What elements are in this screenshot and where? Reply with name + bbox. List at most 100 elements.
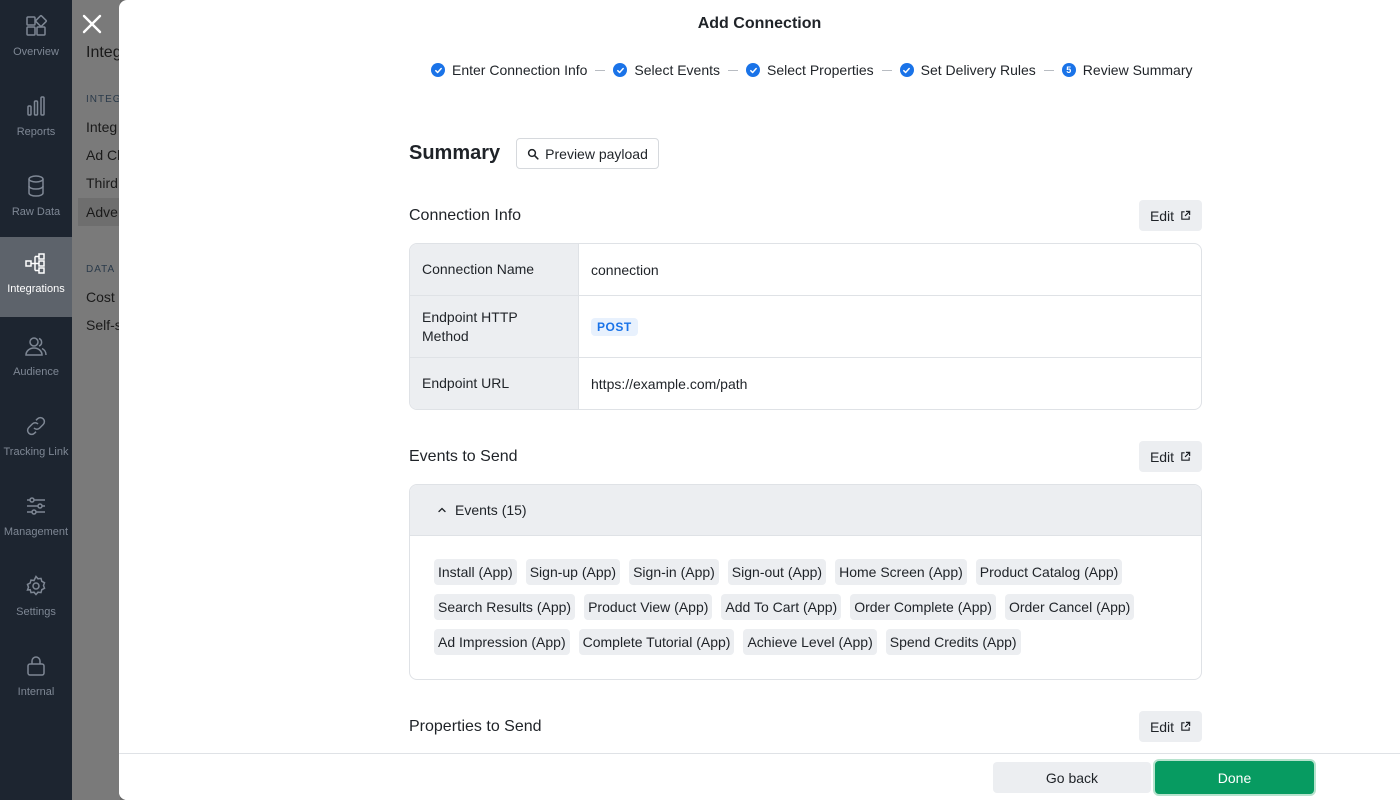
connection-info-table: Connection Name connection Endpoint HTTP… <box>409 243 1202 410</box>
add-connection-modal: Add Connection Enter Connection Info Sel… <box>119 0 1400 800</box>
chip-row: Install (App) Sign-up (App) Sign-in (App… <box>434 559 1194 585</box>
edit-label: Edit <box>1149 718 1175 735</box>
overview-icon <box>26 15 47 36</box>
external-link-icon <box>1181 451 1191 461</box>
connection-info-header: Connection Info Edit <box>409 200 1202 231</box>
step-enter-connection-info[interactable]: Enter Connection Info <box>431 62 587 78</box>
step-separator <box>1043 69 1054 71</box>
underlying-item: Adve <box>86 204 118 220</box>
preview-payload-button[interactable]: Preview payload <box>516 138 659 169</box>
nav-item-internal[interactable]: Internal <box>0 640 72 720</box>
events-accordion-toggle[interactable]: Events (15) <box>410 485 1201 536</box>
event-chips: Install (App) Sign-up (App) Sign-in (App… <box>434 559 1194 664</box>
bar-chart-icon <box>27 96 45 116</box>
edit-properties-button[interactable]: Edit <box>1139 711 1202 742</box>
edit-connection-info-button[interactable]: Edit <box>1139 200 1202 231</box>
edit-events-button[interactable]: Edit <box>1139 441 1202 472</box>
connection-info-title: Connection Info <box>409 206 522 224</box>
chip-row: Ad Impression (App) Complete Tutorial (A… <box>434 629 1194 655</box>
database-icon <box>28 175 44 197</box>
event-chip: Complete Tutorial (App) <box>578 629 735 655</box>
external-link-icon <box>1181 721 1191 731</box>
step-number-badge: 5 <box>1061 63 1076 77</box>
modal-title: Add Connection <box>697 15 822 32</box>
connection-name-key: Connection Name <box>410 244 579 295</box>
event-chip: Achieve Level (App) <box>743 629 877 655</box>
nav-item-label: Internal <box>17 686 55 698</box>
nav-item-reports[interactable]: Reports <box>0 80 72 160</box>
step-set-delivery-rules[interactable]: Set Delivery Rules <box>899 62 1036 78</box>
close-modal-button[interactable] <box>80 12 104 36</box>
event-chip: Order Cancel (App) <box>1004 594 1135 620</box>
gear-icon <box>26 575 46 596</box>
event-chip: Home Screen (App) <box>835 559 967 585</box>
users-icon <box>25 337 47 356</box>
search-icon <box>528 148 539 160</box>
edit-label: Edit <box>1149 448 1175 465</box>
summary-title: Summary <box>409 142 501 164</box>
connection-name-value: connection <box>591 261 659 278</box>
step-select-events[interactable]: Select Events <box>613 62 720 78</box>
underlying-item: Third <box>86 175 118 191</box>
event-chip: Ad Impression (App) <box>434 629 570 655</box>
chevron-up-icon <box>438 507 446 513</box>
nav-item-overview[interactable]: Overview <box>0 0 72 80</box>
underlying-panel: Integ INTEG Integ Ad Cl Third Adve DATA … <box>72 0 120 800</box>
events-count-label: Events (15) <box>455 502 527 518</box>
endpoint-url-key: Endpoint URL <box>410 358 579 409</box>
check-circle-icon <box>899 63 914 77</box>
integrations-icon <box>25 253 45 274</box>
nav-item-label: Settings <box>16 606 56 618</box>
http-method-value: POST <box>579 296 1201 357</box>
step-label: Select Events <box>634 62 721 78</box>
event-chip: Sign-out (App) <box>727 559 827 585</box>
http-method-key: Endpoint HTTP Method <box>410 296 579 357</box>
sliders-icon <box>27 497 45 515</box>
underlying-section-label: DATA I <box>86 264 120 275</box>
step-number: 5 <box>1066 65 1072 75</box>
nav-item-label: Raw Data <box>11 206 61 218</box>
event-chip: Install (App) <box>434 559 517 585</box>
event-chip: Sign-in (App) <box>629 559 719 585</box>
nav-item-label: Reports <box>16 126 56 138</box>
nav-item-label: Audience <box>13 366 59 378</box>
nav-item-label: Tracking Link <box>3 446 69 458</box>
properties-title: Properties to Send <box>409 717 542 735</box>
underlying-item: Integ <box>86 119 118 135</box>
events-panel: Events (15) Install (App) Sign-up (App) … <box>409 484 1202 680</box>
link-icon <box>26 416 46 436</box>
nav-item-management[interactable]: Management <box>0 480 72 560</box>
check-circle-icon <box>613 63 628 77</box>
underlying-item: Cost <box>86 289 115 305</box>
nav-item-label: Integrations <box>7 283 65 295</box>
check-circle-icon <box>746 63 761 77</box>
underlying-section-label: INTEG <box>86 94 120 105</box>
nav-item-integrations[interactable]: Integrations <box>0 237 72 317</box>
table-row: Endpoint HTTP Method POST <box>410 296 1201 358</box>
nav-item-settings[interactable]: Settings <box>0 560 72 640</box>
nav-item-raw-data[interactable]: Raw Data <box>0 160 72 240</box>
event-chip: Spend Credits (App) <box>885 629 1021 655</box>
nav-rail: Overview Reports Raw Data Integrations A… <box>0 0 72 800</box>
step-review-summary[interactable]: 5 Review Summary <box>1061 62 1193 78</box>
event-chip: Product View (App) <box>584 594 713 620</box>
close-icon <box>82 14 102 34</box>
done-button[interactable]: Done <box>1155 761 1314 794</box>
step-label: Select Properties <box>767 62 874 78</box>
step-select-properties[interactable]: Select Properties <box>746 62 874 78</box>
properties-header: Properties to Send Edit <box>409 711 1202 742</box>
table-row: Endpoint URL https://example.com/path <box>410 358 1201 409</box>
step-label: Enter Connection Info <box>452 62 588 78</box>
event-chip: Search Results (App) <box>434 594 576 620</box>
stepper: Enter Connection Info Select Events Sele… <box>431 60 1193 80</box>
endpoint-url-value: https://example.com/path <box>591 375 748 392</box>
nav-item-audience[interactable]: Audience <box>0 320 72 400</box>
go-back-button[interactable]: Go back <box>993 762 1151 793</box>
summary-header: Summary Preview payload <box>409 138 659 169</box>
events-title: Events to Send <box>409 447 518 465</box>
modal-footer: Go back Done <box>119 753 1400 800</box>
event-chip: Product Catalog (App) <box>975 559 1123 585</box>
step-label: Set Delivery Rules <box>920 62 1036 78</box>
check-circle-icon <box>431 63 445 77</box>
nav-item-tracking-link[interactable]: Tracking Link <box>0 400 72 480</box>
